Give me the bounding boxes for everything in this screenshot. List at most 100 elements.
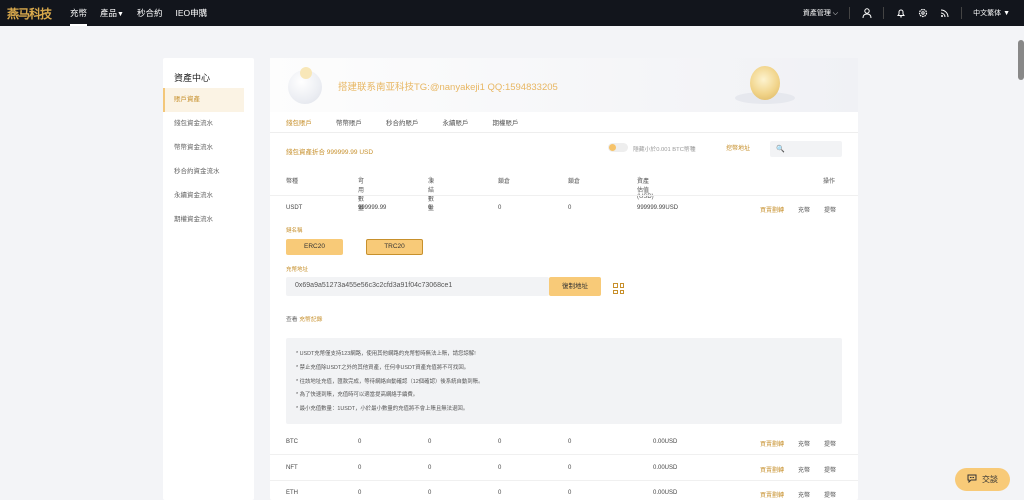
divider [270,454,858,455]
chevron-down-icon: ⌵ [832,10,839,17]
cell-lock2: 0 [568,439,572,445]
transfer-link[interactable]: 買賣劃轉 [760,465,784,474]
cell-value: 999999.99USD [637,205,679,211]
sort-icon: ⇕ [358,177,364,183]
chain-label: 鏈名稱 [286,228,303,234]
col-coin: 幣種 [286,179,299,185]
withdraw-link[interactable]: 提幣 [824,465,836,474]
transfer-link[interactable]: 買賣劃轉 [760,490,784,499]
chain-trc20-button[interactable]: TRC20 [366,239,423,255]
note-line: * USDT充幣僅支持123網路，使用其他網路的充幣暫時無法上賬，請您諒解! [296,351,476,357]
cell-coin: USDT [286,205,303,211]
sidebar-item-wallet-flow[interactable]: 錢包資金流水 [163,112,254,136]
table-row: ETH 0 0 0 0 0.00USD 買賣劃轉 充幣 提幣 [286,490,842,500]
chat-button[interactable]: 交談 [955,468,1010,491]
sidebar-item-perpetual-flow[interactable]: 永續資金流水 [163,184,254,208]
deposit-link[interactable]: 充幣 [798,205,810,214]
tab-wallet[interactable]: 錢包賬戶 [286,117,312,133]
tab-second-contract[interactable]: 秒合約賬戶 [386,117,419,133]
note-line: * 禁止充值除USDT之外的其他資產，任何非USDT資產充值將不可找回。 [296,364,470,371]
total-assets: 錢包資產折合 999999.99 USD [286,149,374,156]
col-lock2: 鎖倉 [568,179,581,185]
hide-small-label: 隱藏小於0.001 BTC幣種 [633,147,696,153]
top-bar: 燕马科技 充幣 產品▼ 秒合約 IEO申購 資產管理 ⌵ 中文繁体 ▼ [0,0,1024,26]
divider [849,7,851,19]
sort-icon: ⇕ [637,177,643,183]
deposit-link[interactable]: 充幣 [798,439,810,448]
cell-coin: ETH [286,490,298,496]
asset-manage-menu[interactable]: 資產管理 ⌵ [803,8,838,18]
search-input[interactable]: 🔍 [770,141,842,157]
settings-icon[interactable] [917,8,928,19]
sidebar: 資產中心 賬戶資產 錢包資金流水 幣幣資金流水 秒合約資金流水 永續資金流水 期… [163,58,254,500]
nav-products-label: 產品 [100,8,118,18]
hide-small-toggle[interactable] [608,143,628,152]
deposit-address-field[interactable]: 0x69a9a51273a455e56c3c2cfd3a91f04c73068c… [286,277,549,296]
qr-code-icon[interactable] [613,283,624,294]
note-line: * 最小充值數量：1USDT，小於最小數量的充值將不會上賬且無法退回。 [296,406,469,413]
col-lock1: 鎖倉 [498,179,511,185]
nav-ieo[interactable]: IEO申購 [175,0,207,26]
withdraw-link[interactable]: 提幣 [824,205,836,214]
search-icon: 🔍 [776,146,785,153]
sidebar-item-options-flow[interactable]: 期權資金流水 [163,208,254,232]
cell-frozen: 0 [428,439,432,445]
table-header: 幣種 可用數量 ⇕ 凍結數量 ⇕ 鎖倉 鎖倉 資產估值(USD) ⇕ 操作 [286,176,842,212]
transfer-link[interactable]: 買賣劃轉 [760,205,784,214]
divider [270,480,858,481]
divider [270,195,858,196]
rss-icon[interactable] [939,8,950,19]
brand-logo[interactable]: 燕马科技 [7,5,52,22]
cell-value: 0.00USD [653,439,678,445]
copy-address-button[interactable]: 復制地址 [549,277,601,296]
divider [270,132,858,133]
cell-lock1: 0 [498,205,502,211]
main-nav: 充幣 產品▼ 秒合約 IEO申購 [70,0,207,26]
sidebar-item-second-contract-flow[interactable]: 秒合約資金流水 [163,160,254,184]
withdraw-link[interactable]: 提幣 [824,439,836,448]
deposit-link[interactable]: 充幣 [798,465,810,474]
table-row: USDT 999999.99 0 0 0 999999.99USD 買賣劃轉 充… [286,205,842,215]
mining-address-link[interactable]: 挖幣地址 [726,143,750,152]
chain-erc20-button[interactable]: ERC20 [286,239,343,255]
cell-coin: BTC [286,439,298,445]
sidebar-item-account-assets[interactable]: 賬戶資產 [163,88,244,112]
nav-deposit[interactable]: 充幣 [70,0,88,26]
deposit-records-link[interactable]: 充幣記錄 [299,317,322,323]
cell-available: 999999.99 [358,205,387,211]
view-records: 查看 充幣記錄 [286,314,322,323]
sidebar-title: 資產中心 [174,73,211,83]
chat-icon [967,474,977,485]
cell-value: 0.00USD [653,490,678,496]
divider [961,7,963,19]
table-row: NFT 0 0 0 0 0.00USD 買賣劃轉 充幣 提幣 [286,465,842,475]
cell-coin: NFT [286,465,298,471]
transfer-link[interactable]: 買賣劃轉 [760,439,784,448]
bell-icon[interactable] [895,8,906,19]
cell-available: 0 [358,439,362,445]
toggle-knob [609,144,616,151]
divider [883,7,885,19]
user-icon[interactable] [861,8,872,19]
caret-down-icon: ▼ [117,11,124,18]
view-prefix: 查看 [286,317,298,323]
language-select[interactable]: 中文繁体 ▼ [973,8,1010,18]
address-label: 充幣地址 [286,267,309,273]
cell-frozen: 0 [428,490,432,496]
sort-icon: ⇕ [428,177,434,183]
tab-perpetual[interactable]: 永續賬戶 [443,117,469,133]
scrollbar[interactable] [1018,40,1024,80]
nav-second-contract[interactable]: 秒合約 [137,0,163,26]
col-actions: 操作 [823,179,836,185]
tab-coin[interactable]: 幣幣賬戶 [336,117,362,133]
caret-down-icon: ▼ [1003,10,1010,17]
banner: 搭建联系南亚科技TG:@nanyakeji1 QQ:1594833205 [270,58,858,112]
withdraw-link[interactable]: 提幣 [824,490,836,499]
nav-products[interactable]: 產品▼ [100,0,124,26]
deposit-link[interactable]: 充幣 [798,490,810,499]
banner-text: 搭建联系南亚科技TG:@nanyakeji1 QQ:1594833205 [338,82,558,93]
cell-frozen: 0 [428,205,432,211]
cell-lock2: 0 [568,465,572,471]
tab-options[interactable]: 期權賬戶 [493,117,519,133]
sidebar-item-coin-flow[interactable]: 幣幣資金流水 [163,136,254,160]
